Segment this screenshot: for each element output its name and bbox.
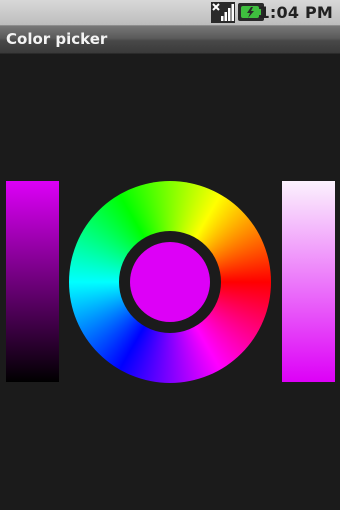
page-title: Color picker <box>6 30 108 48</box>
color-picker <box>0 54 340 510</box>
saturation-slider[interactable] <box>282 181 335 382</box>
no-sim-signal-icon <box>211 2 235 23</box>
status-time: 1:04 PM <box>258 3 333 22</box>
value-slider[interactable] <box>6 181 59 382</box>
title-bar: Color picker <box>0 26 340 54</box>
selected-color-swatch[interactable] <box>130 242 210 322</box>
status-bar: 1:04 PM <box>0 0 340 26</box>
